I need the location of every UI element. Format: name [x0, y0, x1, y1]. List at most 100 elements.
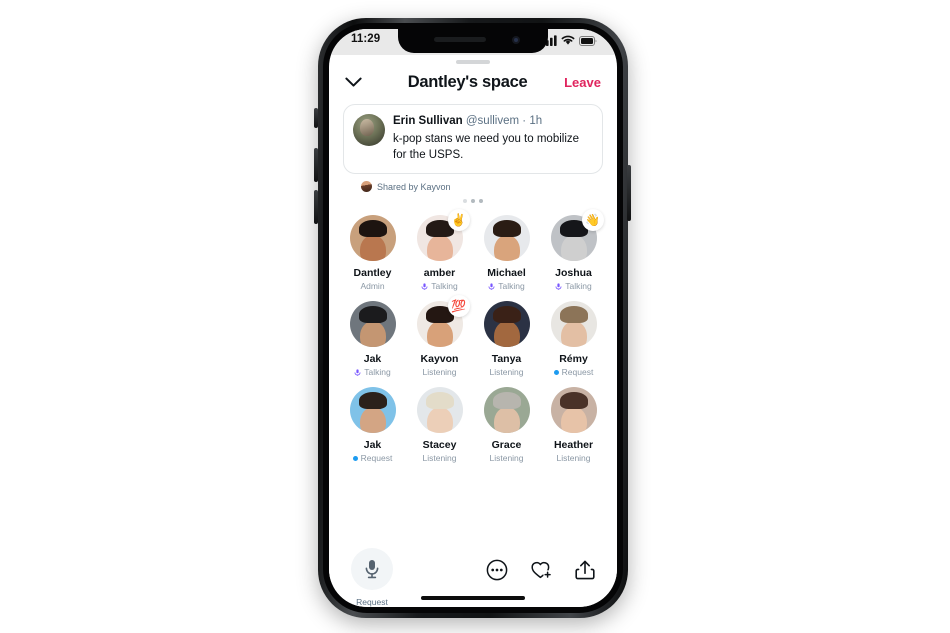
- avatar-hair: [358, 306, 387, 324]
- avatar-face: [359, 407, 386, 434]
- request-mic-button[interactable]: Request: [347, 548, 397, 607]
- shared-tweet-card[interactable]: Erin Sullivan @sullivem · 1h k-pop stans…: [343, 104, 603, 175]
- avatar: [550, 301, 597, 348]
- phone-frame: 11:29 Dantley's space Leave Erin Sulliva…: [318, 18, 628, 618]
- participant-status-label: Listening: [556, 453, 591, 464]
- speaking-mic-icon: [555, 283, 562, 290]
- avatar-face: [426, 407, 453, 434]
- front-camera-icon: [512, 36, 520, 44]
- add-reaction-button[interactable]: [527, 556, 555, 584]
- avatar-wrapper: [483, 387, 530, 434]
- avatar-hair: [492, 306, 521, 324]
- silence-switch[interactable]: [314, 108, 318, 128]
- participant-amber-1[interactable]: ✌️ amber Talking: [406, 209, 473, 291]
- avatar: [483, 215, 530, 262]
- microphone-icon: [365, 560, 379, 579]
- participant-rémy-7[interactable]: Rémy Request: [540, 301, 607, 377]
- pagination-dot[interactable]: [463, 199, 467, 204]
- share-upload-icon: [575, 560, 595, 580]
- tweet-author-name: Erin Sullivan: [393, 115, 463, 127]
- tweet-meta-separator: ·: [522, 115, 527, 127]
- participant-heather-11[interactable]: Heather Listening: [540, 387, 607, 463]
- avatar-wrapper: [483, 301, 530, 348]
- participant-status-label: Talking: [565, 281, 592, 292]
- participant-stacey-9[interactable]: Stacey Listening: [406, 387, 473, 463]
- participant-status: Listening: [422, 367, 456, 377]
- avatar-hair: [492, 392, 521, 410]
- participant-name: Jak: [363, 439, 382, 452]
- carousel-pagination[interactable]: [343, 192, 603, 207]
- participant-michael-2[interactable]: Michael Talking: [473, 215, 540, 291]
- collapse-space-button[interactable]: [345, 77, 371, 88]
- participant-name: Jak: [363, 353, 382, 366]
- wifi-icon: [561, 35, 575, 45]
- participant-joshua-3[interactable]: 👋 Joshua Talking: [540, 209, 607, 292]
- avatar: [349, 387, 396, 434]
- participant-status-label: Listening: [422, 453, 457, 464]
- participant-status: Talking: [555, 281, 592, 292]
- tweet-author-avatar: [353, 114, 385, 146]
- tweet-author-handle: @sullivem: [465, 115, 520, 127]
- participant-kayvon-5[interactable]: 💯 Kayvon Listening: [406, 295, 473, 377]
- participant-status: Listening: [489, 453, 523, 463]
- participant-dantley-0[interactable]: Dantley Admin: [339, 215, 406, 291]
- participant-name: Joshua: [555, 267, 592, 280]
- participant-status: Talking: [421, 281, 458, 291]
- share-button[interactable]: [571, 556, 599, 584]
- avatar-wrapper: [483, 215, 530, 262]
- leave-button[interactable]: Leave: [564, 75, 601, 90]
- more-options-button[interactable]: [483, 556, 511, 584]
- avatar-wrapper: [349, 215, 396, 262]
- participant-tanya-6[interactable]: Tanya Listening: [473, 301, 540, 377]
- toolbar-actions: [483, 548, 599, 584]
- avatar: [483, 301, 530, 348]
- reaction-emoji-badge: 👋: [581, 209, 604, 232]
- participant-grace-10[interactable]: Grace Listening: [473, 387, 540, 463]
- avatar-wrapper: [416, 387, 463, 434]
- avatar-wrapper: 💯: [416, 295, 470, 348]
- participant-name: Rémy: [559, 353, 588, 366]
- chevron-down-icon: [345, 77, 362, 87]
- sharer-avatar: [361, 181, 372, 193]
- space-header: Dantley's space Leave: [329, 64, 617, 104]
- speaking-mic-icon: [354, 369, 361, 376]
- avatar-wrapper: [349, 301, 396, 348]
- home-indicator[interactable]: [421, 596, 525, 600]
- participant-status-label: Request: [360, 453, 393, 464]
- avatar: [349, 301, 396, 348]
- volume-up-button[interactable]: [314, 148, 318, 182]
- participant-status: Talking: [354, 367, 391, 378]
- shared-by-label: Shared by Kayvon: [377, 181, 451, 192]
- mic-circle: [351, 548, 393, 590]
- battery-icon: [579, 35, 597, 46]
- participant-name: Tanya: [491, 353, 522, 366]
- participant-name: Kayvon: [420, 353, 459, 366]
- avatar-face: [493, 235, 520, 262]
- status-bar-indicators: [542, 33, 597, 46]
- participant-jak-8[interactable]: Jak Request: [339, 387, 406, 463]
- pagination-dot[interactable]: [471, 199, 475, 204]
- status-bar-time: 11:29: [351, 33, 381, 45]
- reaction-emoji-badge: 💯: [447, 295, 470, 318]
- avatar-face: [359, 235, 386, 262]
- pagination-dot[interactable]: [479, 199, 483, 204]
- participant-jak-4[interactable]: Jak Talking: [339, 301, 406, 377]
- avatar-wrapper: [349, 387, 396, 434]
- status-bar: 11:29: [329, 29, 617, 55]
- participant-status-label: Talking: [498, 281, 525, 292]
- participant-status-label: Request: [561, 367, 594, 378]
- volume-down-button[interactable]: [314, 190, 318, 224]
- request-indicator-dot: [352, 455, 358, 461]
- power-button[interactable]: [627, 165, 631, 221]
- more-options-icon: [486, 559, 508, 581]
- participant-status-label: Talking: [364, 367, 391, 378]
- participant-status-label: Listening: [489, 453, 524, 464]
- avatar-face: [560, 407, 587, 434]
- phone-screen: 11:29 Dantley's space Leave Erin Sulliva…: [329, 29, 617, 607]
- avatar: [550, 387, 597, 434]
- participant-status-label: Listening: [422, 367, 457, 378]
- avatar-face: [493, 407, 520, 434]
- avatar: [483, 387, 530, 434]
- screenshot-canvas: 11:29 Dantley's space Leave Erin Sulliva…: [0, 0, 950, 633]
- speaking-mic-icon: [421, 283, 428, 290]
